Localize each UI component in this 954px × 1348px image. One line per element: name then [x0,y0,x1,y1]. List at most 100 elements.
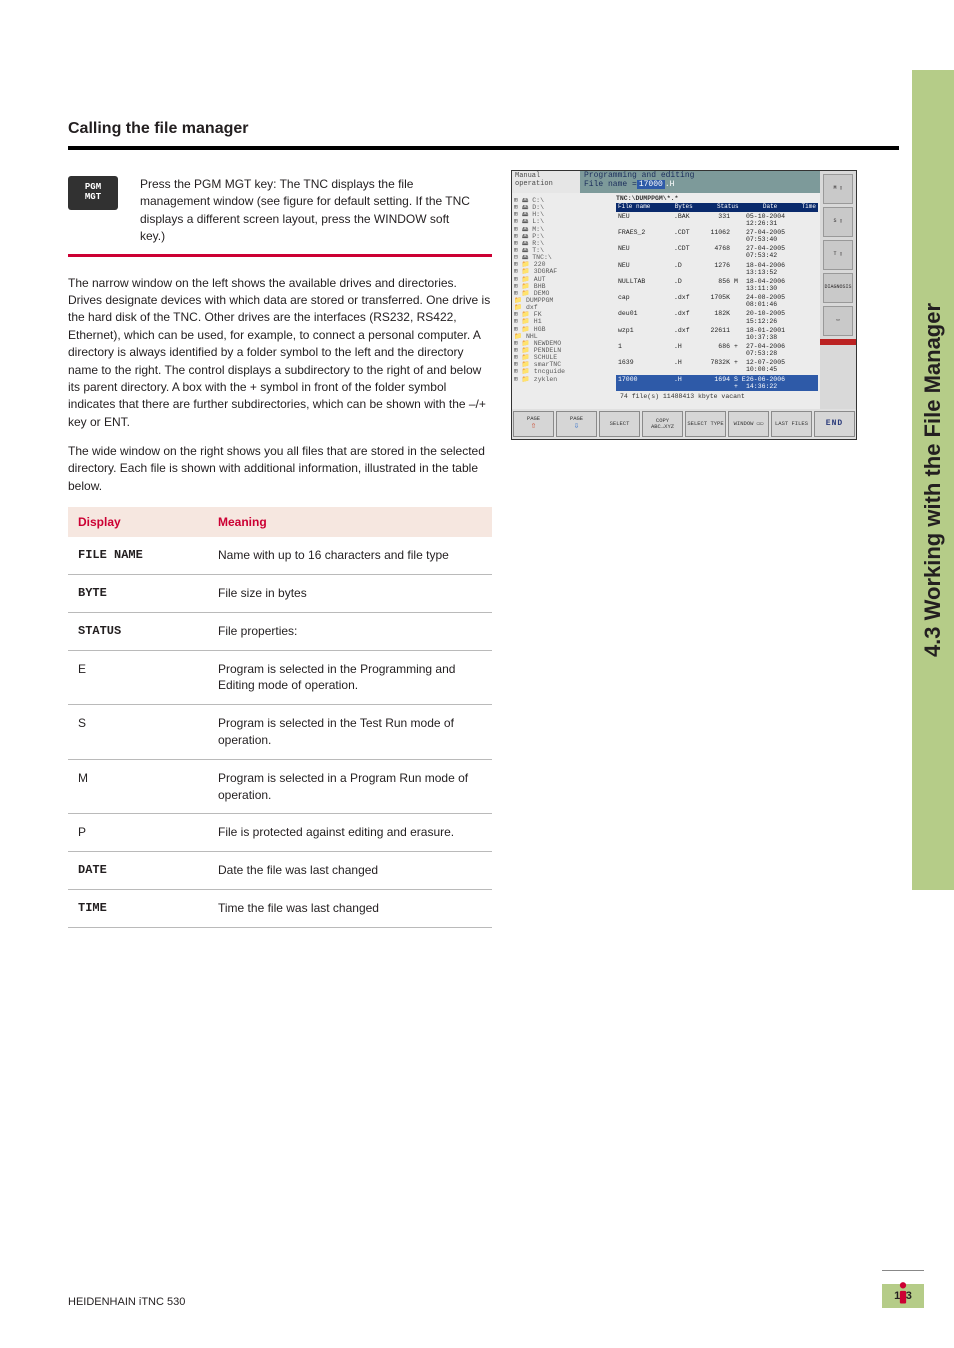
file-row: NULLTAB.D856M18-04-2006 13:11:30 [616,277,818,293]
info-icon-wrap [882,1270,924,1314]
shot-file-header: File name Bytes Status Date Time [616,203,818,212]
tree-item: ⊞ 📁 H1 [514,318,612,325]
file-cell: .D [674,278,704,292]
tree-item: 📁 NHL [514,333,612,340]
display-cell: S [68,705,208,760]
tree-item: ⊞ 📁 3DGRAF [514,268,612,275]
table-row: SProgram is selected in the Test Run mod… [68,705,492,760]
file-cell: 18-01-2001 10:37:38 [746,327,816,341]
display-cell: STATUS [68,612,208,650]
file-row: 1.H686+27-04-2006 07:53:28 [616,342,818,358]
tree-item: ⊞ 📁 smarTNC [514,361,612,368]
file-cell: 20-10-2005 15:12:26 [746,310,816,324]
file-cell [734,262,746,276]
file-row: NEU.D127618-04-2006 13:13:52 [616,261,818,277]
file-cell: .BAK [674,213,704,227]
file-row: NEU.BAK33105-10-2004 12:26:31 [616,212,818,228]
tree-item: ⊞ 🖴 R:\ [514,240,612,247]
tree-item: ⊞ 📁 SCHULE [514,354,612,361]
file-row: 1639.H7832K+12-07-2005 10:00:45 [616,358,818,374]
info-icon [889,1279,917,1307]
shot-sub-ext: .H [665,180,675,189]
meaning-cell: Program is selected in the Programming a… [208,650,492,705]
shot-right-sidebar: M ▯S ▯T ▯DIAGNOSIS▭ [820,171,856,409]
file-row: FRAES_2.CDT1106227-04-2005 07:53:40 [616,228,818,244]
red-rule [68,254,492,257]
file-cell: 22611 [704,327,734,341]
file-cell: 17000 [618,376,674,390]
table-row: EProgram is selected in the Programming … [68,650,492,705]
softkey: WINDOW ▭▭ [728,411,769,437]
hdr-name: File name [618,204,650,211]
meaning-cell: Date the file was last changed [208,852,492,890]
file-cell: NEU [618,262,674,276]
file-cell: wzp1 [618,327,674,341]
shot-vacant: 74 file(s) 11488413 kbyte vacant [616,391,818,402]
section-heading: Calling the file manager [68,120,899,138]
file-cell [734,294,746,308]
table-row: BYTEFile size in bytes [68,575,492,613]
hdr-time: Time [802,204,816,211]
softkey: END [814,411,855,437]
heading-rule [68,146,899,150]
file-cell: 686 [704,343,734,357]
display-cell: TIME [68,890,208,928]
file-cell: 1276 [704,262,734,276]
file-cell: .dxf [674,327,704,341]
properties-table: Display Meaning FILE NAMEName with up to… [68,507,492,928]
softkey: PAGE⇧ [513,411,554,437]
tree-item: ⊞ 🖴 P:\ [514,233,612,240]
sidebar-slot: ▭ [823,306,853,336]
tree-item: ⊞ 📁 DEMO [514,290,612,297]
key-description: Press the PGM MGT key: The TNC displays … [140,176,474,246]
softkey: LAST FILES [771,411,812,437]
display-cell: M [68,759,208,814]
tree-item: ⊞ 📁 tncguide [514,368,612,375]
file-cell: + [734,343,746,357]
file-cell: .dxf [674,310,704,324]
file-cell [734,327,746,341]
file-cell: .H [674,343,704,357]
meaning-cell: Program is selected in the Test Run mode… [208,705,492,760]
file-row: deu01.dxf182K20-10-2005 15:12:26 [616,309,818,325]
file-cell: 1694 [704,376,734,390]
meaning-cell: Time the file was last changed [208,890,492,928]
file-cell: 11062 [704,229,734,243]
sidebar-slot: S ▯ [823,207,853,237]
hdr-status: Status [717,204,739,211]
pgm-mgt-key: PGM MGT [68,176,118,210]
table-row: MProgram is selected in a Program Run mo… [68,759,492,814]
file-cell: 7832K [704,359,734,373]
tree-item: 📁 dxf [514,304,612,311]
body-para-1: The narrow window on the left shows the … [68,275,492,432]
meaning-cell: File properties: [208,612,492,650]
file-cell: NULLTAB [618,278,674,292]
table-row: TIMETime the file was last changed [68,890,492,928]
shot-sub-hl: 17000 [637,180,665,189]
file-row: cap.dxf1705K24-08-2005 08:01:46 [616,293,818,309]
display-cell: FILE NAME [68,537,208,574]
shot-tree: ⊞ 🖴 C:\⊞ 🖴 D:\⊞ 🖴 H:\⊞ 🖴 L:\⊞ 🖴 M:\⊞ 🖴 P… [512,193,614,409]
file-cell: 27-04-2005 07:53:42 [746,245,816,259]
shot-title-bar: Programming and editing File name =17000… [580,171,820,193]
softkey: COPY ABC→XYZ [642,411,683,437]
file-cell: .H [674,376,704,390]
softkey: SELECT TYPE [685,411,726,437]
file-cell: 24-08-2005 08:01:46 [746,294,816,308]
display-cell: P [68,814,208,852]
display-cell: DATE [68,852,208,890]
display-cell: E [68,650,208,705]
shot-files: TNC:\DUMPPGM\*.* File name Bytes Status … [614,193,820,409]
tree-item: ⊞ 📁 zyklen [514,376,612,383]
tree-item: ⊞ 📁 BHB [514,283,612,290]
body-para-2: The wide window on the right shows you a… [68,443,492,495]
file-cell: 182K [704,310,734,324]
meaning-cell: Name with up to 16 characters and file t… [208,537,492,574]
softkey: PAGE⇩ [556,411,597,437]
file-cell: 331 [704,213,734,227]
tree-item: ⊞ 🖴 D:\ [514,204,612,211]
file-cell: 27-04-2005 07:53:40 [746,229,816,243]
file-row: wzp1.dxf22611 18-01-2001 10:37:38 [616,326,818,342]
sidebar-slot: DIAGNOSIS [823,273,853,303]
sidebar-red-indicator [820,339,856,345]
